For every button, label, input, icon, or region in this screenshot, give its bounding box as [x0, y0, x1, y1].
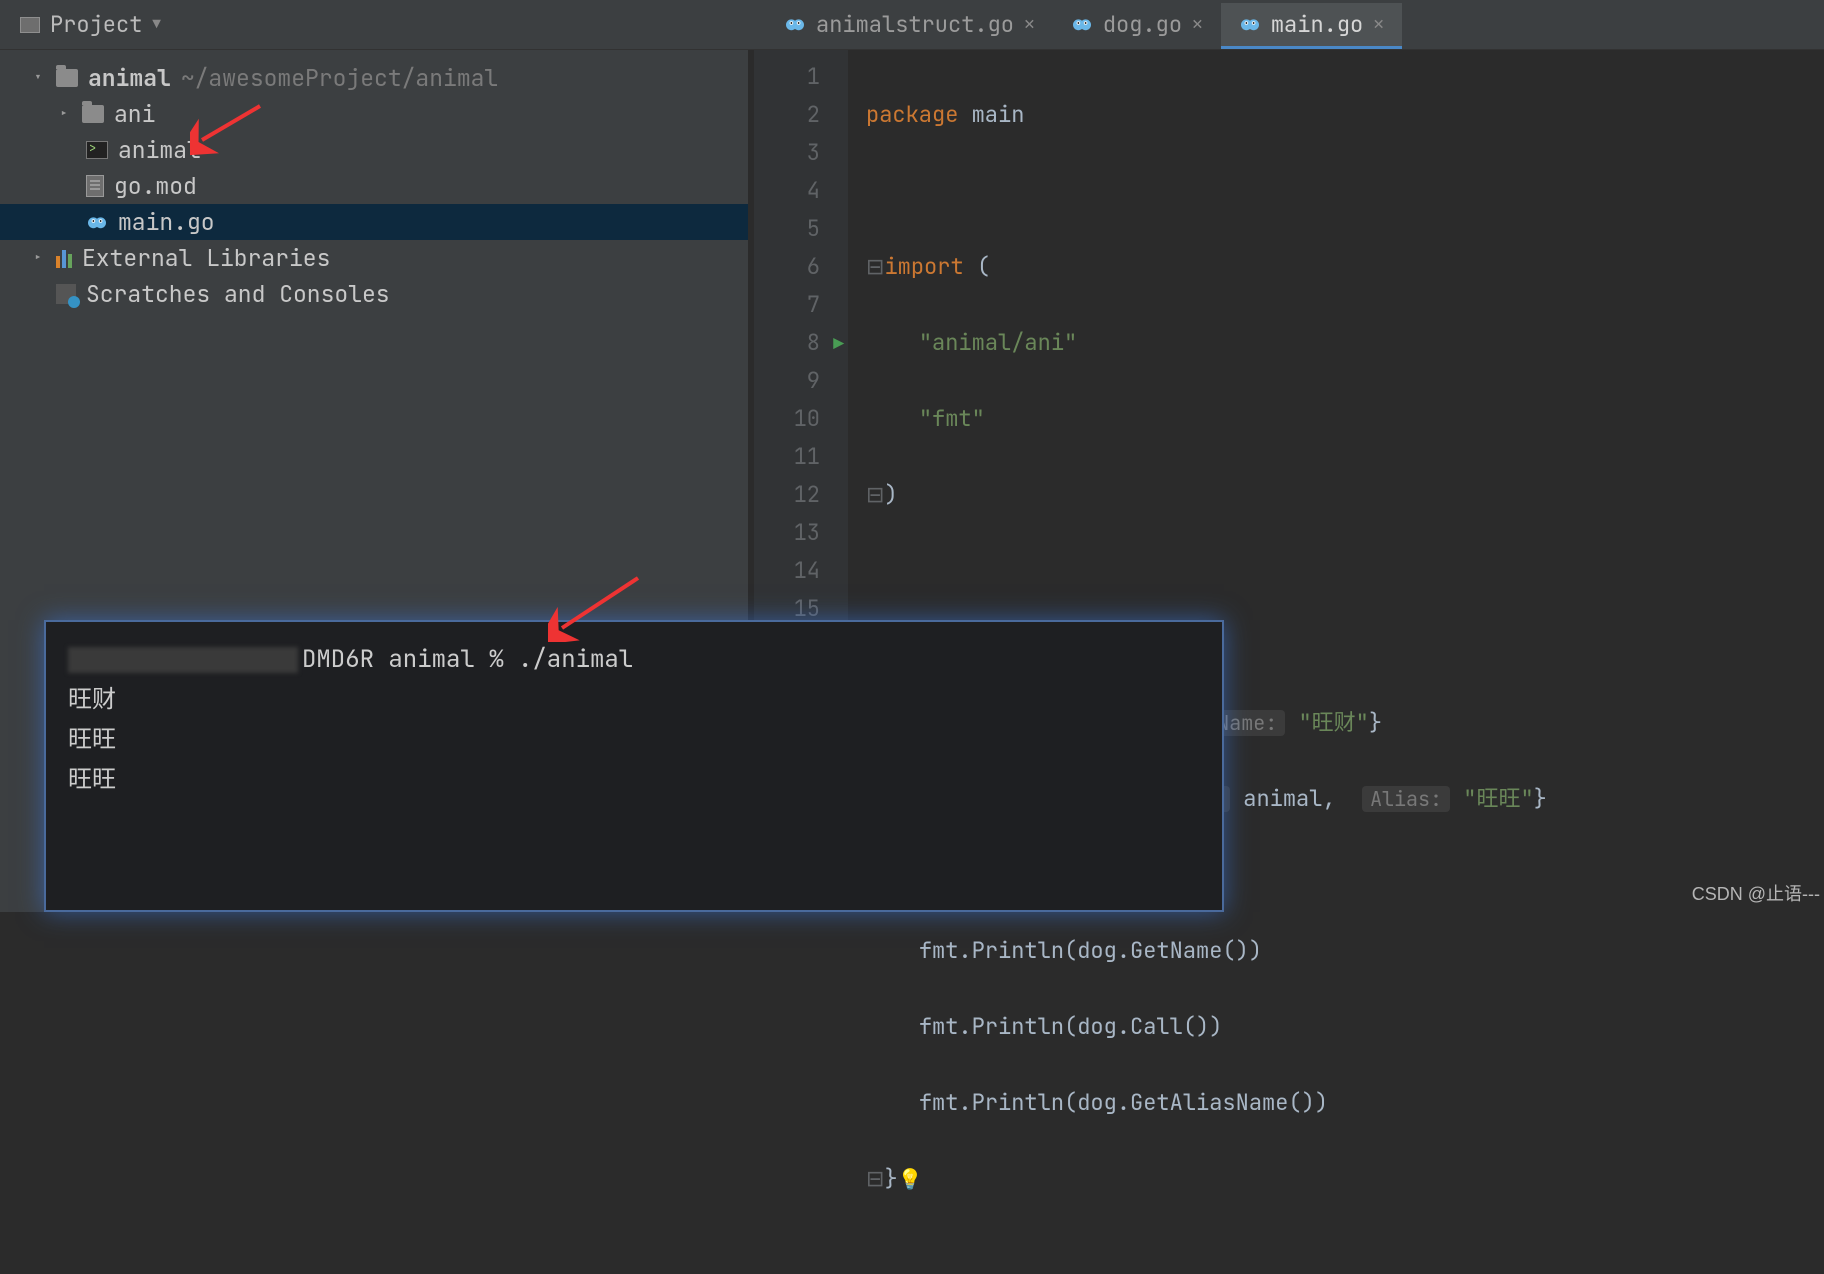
go-file-icon	[1071, 10, 1093, 39]
line-number: 6	[754, 248, 848, 286]
tree-item-label: ani	[114, 99, 155, 129]
line-number: 1	[754, 58, 848, 96]
tree-item-main[interactable]: main.go	[0, 204, 748, 240]
go-file-icon	[784, 10, 806, 39]
tree-root-name: animal	[88, 63, 171, 93]
close-icon[interactable]: ✕	[1024, 13, 1035, 36]
tree-external-libraries[interactable]: ▸ External Libraries	[0, 240, 748, 276]
chevron-right-icon[interactable]: ▸	[30, 249, 46, 267]
scratches-icon	[56, 284, 76, 304]
terminal-output: 旺旺	[68, 720, 1200, 760]
folder-icon	[20, 17, 40, 33]
intention-bulb-icon[interactable]: 💡	[898, 1166, 923, 1192]
tree-item-label: animal	[118, 135, 201, 165]
tab-main[interactable]: main.go ✕	[1221, 3, 1402, 49]
line-number: 14	[754, 552, 848, 590]
line-number: 5	[754, 210, 848, 248]
tab-label: main.go	[1271, 10, 1363, 39]
line-number: 2	[754, 96, 848, 134]
tree-item-gomod[interactable]: go.mod	[0, 168, 748, 204]
chevron-right-icon[interactable]: ▸	[56, 105, 72, 123]
line-number: 7	[754, 286, 848, 324]
folder-icon	[82, 105, 104, 123]
line-number: 4	[754, 172, 848, 210]
tree-item-ani[interactable]: ▸ ani	[0, 96, 748, 132]
project-label: Project	[50, 10, 142, 39]
tree-item-label: go.mod	[114, 171, 197, 201]
line-number: 11	[754, 438, 848, 476]
line-number: 9	[754, 362, 848, 400]
tree-item-label: main.go	[118, 207, 215, 237]
tab-dog[interactable]: dog.go ✕	[1053, 3, 1221, 49]
file-icon	[86, 175, 104, 197]
tab-label: animalstruct.go	[816, 10, 1014, 39]
tree-root[interactable]: ▾ animal ~/awesomeProject/animal	[0, 60, 748, 96]
line-number: 13	[754, 514, 848, 552]
terminal-prompt: DMD6R animal % ./animal	[68, 640, 1200, 680]
terminal-output: 旺旺	[68, 760, 1200, 800]
folder-icon	[56, 69, 78, 87]
redacted-text	[68, 647, 298, 673]
go-file-icon	[1239, 10, 1261, 39]
close-icon[interactable]: ✕	[1373, 13, 1384, 36]
tab-animalstruct[interactable]: animalstruct.go ✕	[766, 3, 1053, 49]
library-icon	[56, 248, 72, 268]
run-gutter-icon[interactable]: ▶	[833, 326, 844, 364]
tree-root-path: ~/awesomeProject/animal	[181, 63, 498, 93]
close-icon[interactable]: ✕	[1192, 13, 1203, 36]
watermark: CSDN @止语---	[1692, 880, 1820, 906]
tree-scratches[interactable]: Scratches and Consoles	[0, 276, 748, 312]
terminal-output: 旺财	[68, 680, 1200, 720]
chevron-down-icon: ▼	[152, 16, 160, 34]
editor-tabs: animalstruct.go ✕ dog.go ✕ main.go ✕	[754, 0, 1824, 50]
go-file-icon	[86, 207, 108, 237]
tab-label: dog.go	[1103, 10, 1182, 39]
line-number: 10	[754, 400, 848, 438]
terminal-icon	[86, 141, 108, 159]
line-number: 3	[754, 134, 848, 172]
tree-item-animal-bin[interactable]: animal	[0, 132, 748, 168]
tree-item-label: Scratches and Consoles	[86, 279, 390, 309]
project-dropdown[interactable]: Project ▼	[0, 10, 181, 39]
tree-item-label: External Libraries	[82, 243, 330, 273]
chevron-down-icon[interactable]: ▾	[30, 69, 46, 87]
terminal-panel[interactable]: DMD6R animal % ./animal 旺财 旺旺 旺旺	[44, 620, 1224, 912]
line-number: 12	[754, 476, 848, 514]
